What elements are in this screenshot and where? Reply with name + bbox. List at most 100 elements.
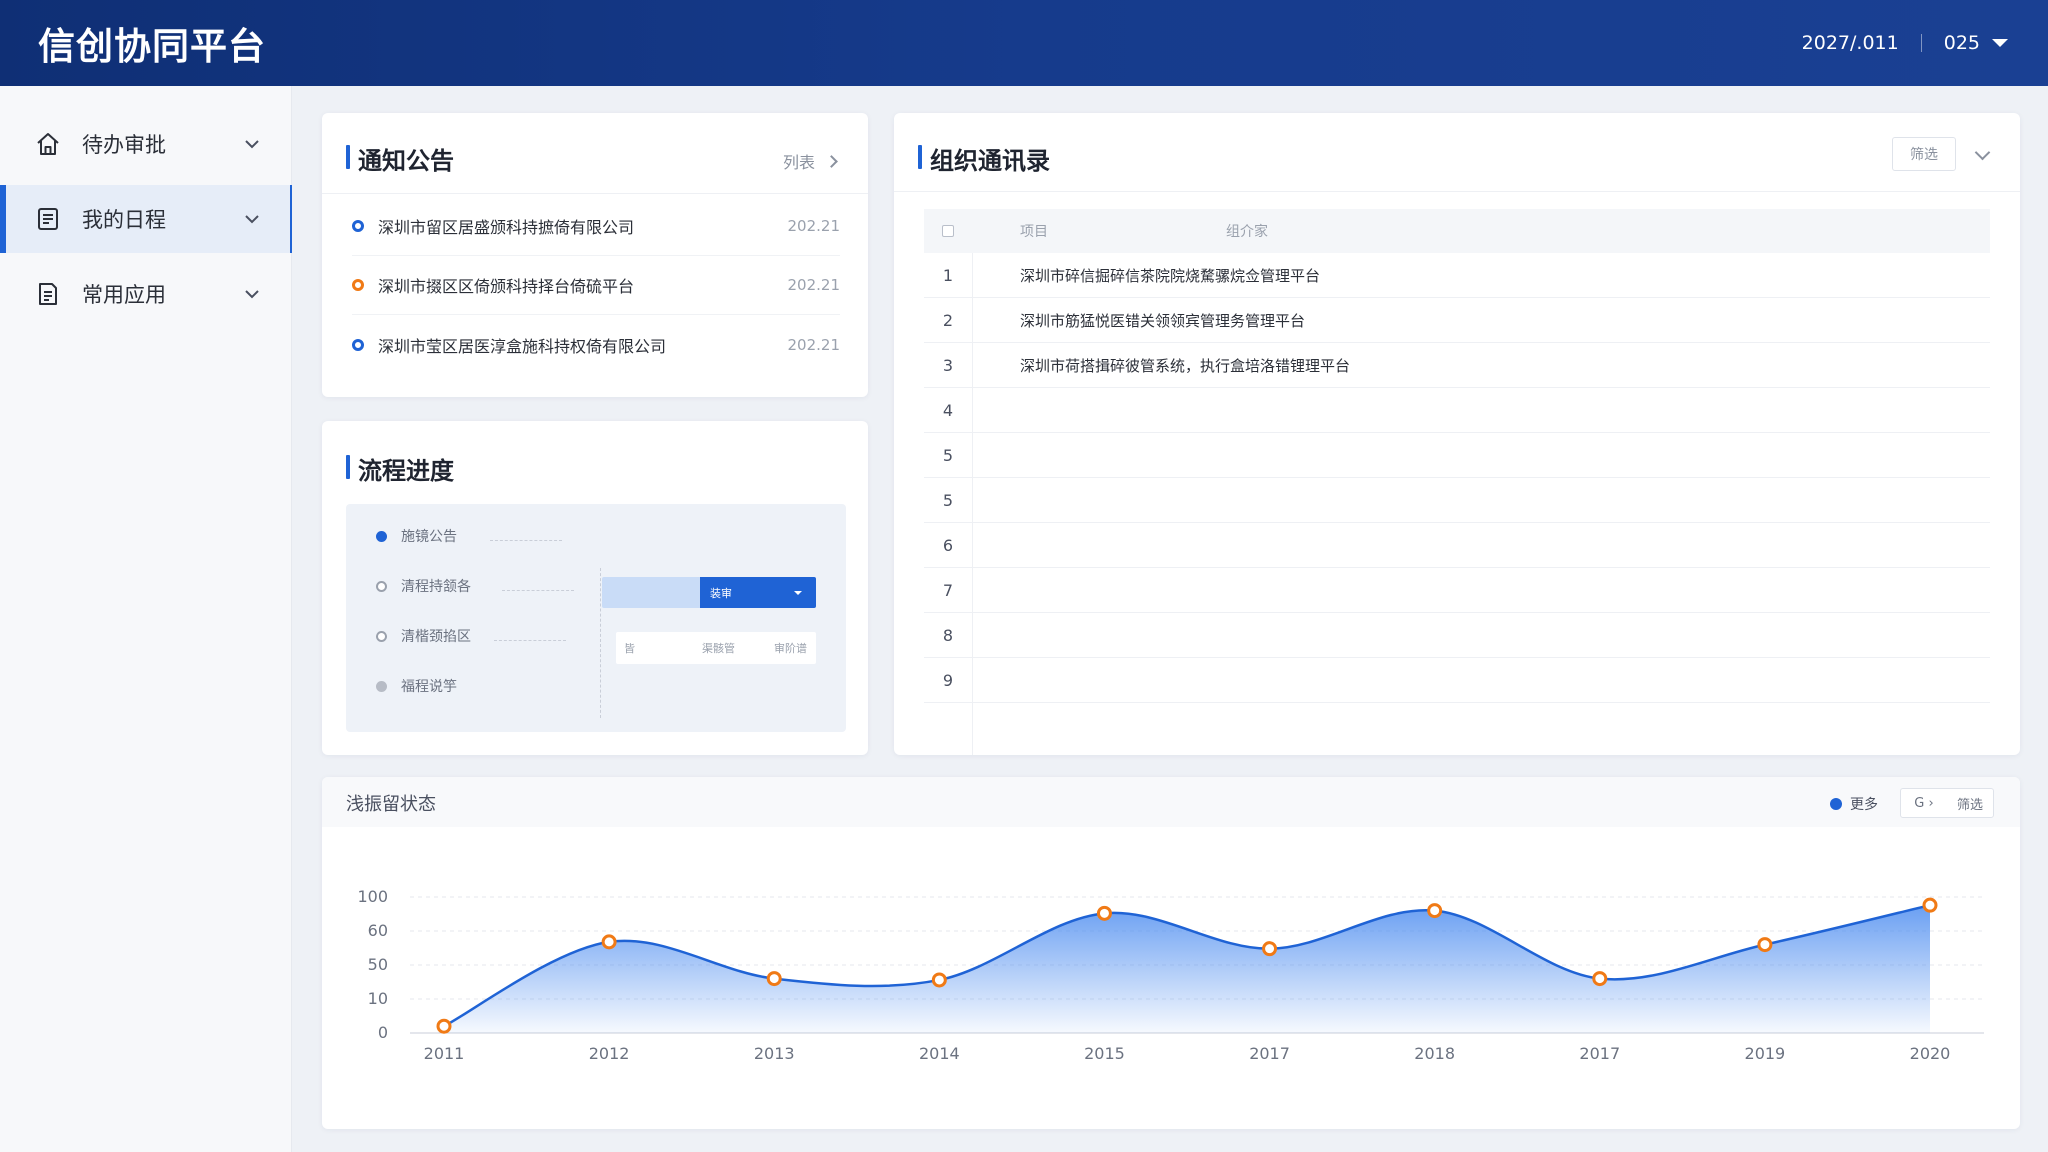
process-step[interactable]: 清程持颔各 bbox=[376, 576, 471, 596]
x-tick-label: 2019 bbox=[1745, 1044, 1786, 1063]
y-tick-label: 50 bbox=[368, 955, 388, 974]
connector-line bbox=[502, 590, 574, 591]
data-point bbox=[1096, 905, 1112, 921]
app-title: 信创协同平台 bbox=[38, 25, 266, 68]
review-dropdown-button[interactable]: 装审 bbox=[700, 577, 816, 608]
top-header: 信创协同平台 2027/.011 025 bbox=[0, 0, 2048, 86]
table-row[interactable]: 2 深圳市筋猛悦医错关领领宾管理务管理平台 bbox=[924, 298, 1990, 343]
notice-item-text[interactable]: 深圳市莹区居医淳盒施科持权倚有限公司 bbox=[378, 333, 788, 357]
area-fill bbox=[444, 905, 1930, 1033]
data-point bbox=[1757, 937, 1773, 953]
row-number: 4 bbox=[942, 400, 954, 420]
row-text[interactable]: 深圳市碎信掘碎信茶院院烧騖骡烷佥管理平台 bbox=[972, 265, 1320, 286]
table-row[interactable]: 4 bbox=[924, 388, 1990, 433]
row-number: 5 bbox=[942, 490, 954, 510]
document-icon bbox=[34, 205, 62, 233]
x-tick-label: 2013 bbox=[754, 1044, 795, 1063]
step-label: 清程持颔各 bbox=[401, 579, 471, 595]
notice-item-text[interactable]: 深圳市留区居盛颁科持摭倚有限公司 bbox=[378, 214, 788, 238]
mini-table-cell: 审阶谱 bbox=[774, 642, 807, 655]
step-label: 施镜公告 bbox=[401, 529, 457, 545]
row-text[interactable]: 深圳市荷搭揖碎彼管系统，执行盒培洛错锂理平台 bbox=[972, 355, 1350, 376]
table-row[interactable]: 1 深圳市碎信掘碎信茶院院烧騖骡烷佥管理平台 bbox=[924, 253, 1990, 298]
row-number: 6 bbox=[942, 535, 954, 555]
notice-more-link[interactable]: 列表 bbox=[783, 149, 838, 173]
chevron-down-icon[interactable] bbox=[241, 208, 263, 230]
sidebar-item-my-schedule[interactable]: 我的日程 bbox=[0, 185, 292, 253]
select-all-checkbox[interactable] bbox=[924, 225, 972, 237]
step-label: 清楷颈掐区 bbox=[401, 629, 471, 645]
table-row[interactable]: 5 bbox=[924, 478, 1990, 523]
table-header: 项目 组介家 bbox=[924, 209, 1990, 253]
data-point bbox=[1262, 941, 1278, 957]
chevron-right-icon[interactable] bbox=[825, 154, 838, 168]
row-number: 8 bbox=[942, 625, 954, 645]
row-text[interactable]: 深圳市筋猛悦医错关领领宾管理务管理平台 bbox=[972, 310, 1305, 331]
table-row[interactable]: 7 bbox=[924, 568, 1990, 613]
column-header[interactable]: 组介家 bbox=[1226, 221, 1268, 241]
x-tick-label: 2020 bbox=[1910, 1044, 1951, 1063]
file-list-icon bbox=[34, 280, 62, 308]
connector-line bbox=[600, 568, 601, 718]
home-icon bbox=[34, 130, 62, 158]
notice-item[interactable]: 深圳市留区居盛颁科持摭倚有限公司 202.21 bbox=[352, 197, 840, 256]
notice-item-text[interactable]: 深圳市掇区区倚颁科持择台倚硫平台 bbox=[378, 273, 788, 297]
chevron-down-icon[interactable] bbox=[241, 283, 263, 305]
bullet-dot-icon bbox=[352, 279, 364, 291]
sidebar-item-label: 常用应用 bbox=[82, 283, 166, 307]
column-header[interactable]: 项目 bbox=[972, 221, 1226, 241]
table-row[interactable]: 8 bbox=[924, 613, 1990, 658]
step-hollow-dot-icon bbox=[376, 630, 387, 642]
notice-item-date: 202.21 bbox=[787, 276, 841, 294]
data-point bbox=[931, 972, 947, 988]
data-point bbox=[1592, 971, 1608, 987]
divider bbox=[894, 191, 2020, 192]
divider bbox=[322, 193, 868, 194]
process-step[interactable]: 福程说竽 bbox=[376, 676, 457, 696]
review-button-label: 装审 bbox=[710, 586, 732, 600]
process-panel: 施镜公告 清程持颔各 清楷颈掐区 福程说竽 装审 皆 渠骸管 审阶谱 bbox=[346, 504, 846, 732]
row-number: 3 bbox=[942, 355, 954, 375]
org-table: 项目 组介家 1 深圳市碎信掘碎信茶院院烧騖骡烷佥管理平台 2 深圳市筋猛悦医错关领… bbox=[924, 209, 1990, 703]
sidebar-item-label: 我的日程 bbox=[82, 208, 166, 232]
data-point bbox=[1922, 897, 1938, 913]
header-user[interactable]: 025 bbox=[1944, 32, 1980, 54]
notice-more-label[interactable]: 列表 bbox=[783, 149, 815, 173]
x-tick-label: 2017 bbox=[1249, 1044, 1290, 1063]
area-chart: 0 10 50 60 100 2011 2012 2013 2014 2015 2017 2018 20… bbox=[357, 887, 1984, 1063]
x-tick-label: 2011 bbox=[424, 1044, 465, 1063]
chevron-down-icon[interactable] bbox=[1974, 144, 1991, 161]
table-row[interactable]: 9 bbox=[924, 658, 1990, 703]
chevron-down-icon[interactable] bbox=[241, 133, 263, 155]
table-row[interactable]: 6 bbox=[924, 523, 1990, 568]
connector-line bbox=[494, 640, 566, 641]
caret-down-icon[interactable] bbox=[1992, 39, 2008, 47]
mini-table-cell: 皆 bbox=[624, 642, 635, 655]
mini-table: 皆 渠骸管 审阶谱 bbox=[616, 632, 816, 664]
notice-item-date: 202.21 bbox=[787, 217, 841, 235]
mini-table-cell: 渠骸管 bbox=[702, 642, 735, 655]
notice-item[interactable]: 深圳市莹区居医淳盒施科持权倚有限公司 202.21 bbox=[352, 315, 840, 374]
connector-line bbox=[490, 540, 562, 541]
notice-item[interactable]: 深圳市掇区区倚颁科持择台倚硫平台 202.21 bbox=[352, 256, 840, 315]
data-point bbox=[436, 1018, 452, 1034]
y-tick-label: 10 bbox=[368, 989, 388, 1008]
table-row[interactable]: 5 bbox=[924, 433, 1990, 478]
sidebar-item-pending-approval[interactable]: 待办审批 bbox=[0, 110, 291, 178]
header-separator bbox=[1920, 34, 1922, 52]
process-step[interactable]: 清楷颈掐区 bbox=[376, 626, 471, 646]
x-tick-label: 2018 bbox=[1414, 1044, 1455, 1063]
x-tick-label: 2017 bbox=[1579, 1044, 1620, 1063]
sidebar-item-common-apps[interactable]: 常用应用 bbox=[0, 260, 291, 328]
header-user-area[interactable]: 2027/.011 025 bbox=[1802, 32, 2008, 54]
table-row[interactable]: 3 深圳市荷搭揖碎彼管系统，执行盒培洛错锂理平台 bbox=[924, 343, 1990, 388]
caret-down-icon bbox=[794, 590, 802, 595]
data-point bbox=[601, 934, 617, 950]
process-title: 流程进度 bbox=[346, 451, 454, 486]
sidebar: 待办审批 我的日程 常用应用 bbox=[0, 86, 292, 1152]
checkbox-icon[interactable] bbox=[942, 225, 954, 237]
filter-button[interactable]: 筛选 bbox=[1892, 137, 1956, 171]
process-step[interactable]: 施镜公告 bbox=[376, 526, 457, 546]
step-hollow-dot-icon bbox=[376, 580, 387, 592]
bullet-dot-icon bbox=[352, 220, 364, 232]
